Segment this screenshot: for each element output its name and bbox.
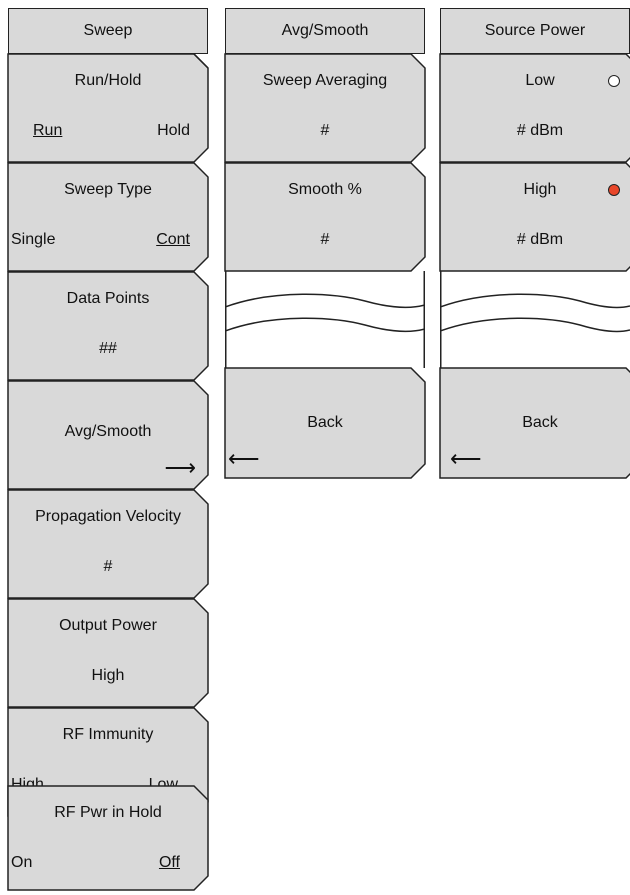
source-low-key[interactable]: Low # dBm: [439, 53, 630, 163]
back-label: Back: [307, 414, 343, 431]
rf-pwr-in-hold-key[interactable]: RF Pwr in Hold On Off: [7, 785, 209, 891]
sweep-averaging-key[interactable]: Sweep Averaging #: [224, 53, 426, 163]
cont-option: Cont: [156, 231, 190, 248]
run-hold-label: Run/Hold: [74, 72, 142, 89]
smooth-percent-value: #: [320, 231, 330, 248]
hold-off-option: Off: [158, 854, 180, 871]
back-arrow-icon: ⟵: [228, 446, 260, 471]
avg-smooth-menu-title: Avg/Smooth: [225, 8, 425, 54]
single-option: Single: [11, 231, 56, 248]
avg-smooth-label: Avg/Smooth: [64, 423, 152, 440]
sweep-type-key[interactable]: Sweep Type Single Cont: [7, 162, 209, 272]
propagation-velocity-value: #: [103, 558, 113, 575]
sweep-averaging-label: Sweep Averaging: [262, 72, 388, 89]
hold-on-option: On: [11, 854, 33, 871]
source-high-label: High: [523, 181, 557, 198]
data-points-key[interactable]: Data Points ##: [7, 271, 209, 381]
source-low-label: Low: [525, 72, 555, 89]
sweep-type-label: Sweep Type: [64, 181, 152, 198]
run-option: Run: [33, 122, 63, 139]
back-arrow-icon: ⟵: [450, 446, 482, 471]
omitted-keys-break: [225, 271, 425, 368]
sweep-menu-title: Sweep: [8, 8, 208, 54]
sweep-averaging-value: #: [320, 122, 330, 139]
key-shape: [7, 785, 209, 891]
key-shape: [7, 162, 209, 272]
back-key[interactable]: Back ⟵: [439, 367, 630, 479]
data-points-value: ##: [99, 340, 117, 357]
smooth-percent-key[interactable]: Smooth % #: [224, 162, 426, 272]
key-shape: [439, 162, 630, 272]
radio-unselected-icon: [608, 75, 620, 87]
run-hold-key[interactable]: Run/Hold Run Hold: [7, 53, 209, 163]
rf-pwr-in-hold-label: RF Pwr in Hold: [54, 804, 162, 821]
key-shape: [7, 598, 209, 708]
back-key[interactable]: Back ⟵: [224, 367, 426, 479]
key-shape: [7, 271, 209, 381]
source-low-value: # dBm: [516, 122, 564, 139]
source-high-value: # dBm: [516, 231, 564, 248]
sweep-menu: Sweep Run/Hold Run Hold Sweep Type Singl…: [7, 8, 209, 893]
key-shape: [224, 53, 426, 163]
propagation-velocity-key[interactable]: Propagation Velocity #: [7, 489, 209, 599]
smooth-percent-label: Smooth %: [288, 181, 362, 198]
output-power-value: High: [91, 667, 125, 684]
rf-immunity-label: RF Immunity: [62, 726, 154, 743]
key-shape: [224, 162, 426, 272]
propagation-velocity-label: Propagation Velocity: [35, 508, 181, 525]
source-high-key[interactable]: High # dBm: [439, 162, 630, 272]
avg-smooth-menu: Avg/Smooth Sweep Averaging # Smooth % # …: [224, 8, 426, 483]
data-points-label: Data Points: [66, 290, 150, 307]
omitted-keys-break: [440, 271, 630, 368]
output-power-key[interactable]: Output Power High: [7, 598, 209, 708]
source-power-menu-title: Source Power: [440, 8, 630, 54]
submenu-arrow-icon: ⟶: [164, 455, 196, 480]
back-label: Back: [522, 414, 558, 431]
hold-option: Hold: [157, 122, 190, 139]
key-shape: [7, 489, 209, 599]
key-shape: [439, 53, 630, 163]
avg-smooth-key[interactable]: Avg/Smooth ⟶: [7, 380, 209, 490]
source-power-menu: Source Power Low # dBm High # dBm Back ⟵: [439, 8, 630, 483]
output-power-label: Output Power: [59, 617, 157, 634]
radio-selected-icon: [608, 184, 620, 196]
key-shape: [7, 53, 209, 163]
